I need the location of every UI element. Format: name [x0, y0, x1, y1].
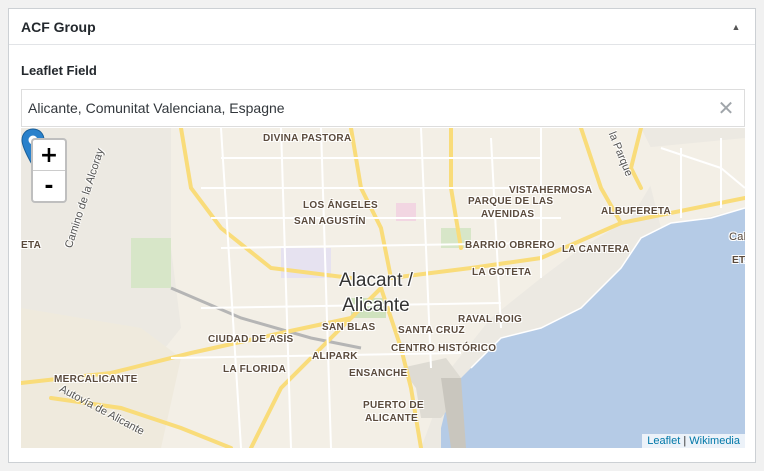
district-label: VISTAHERMOSA: [509, 185, 593, 196]
district-label: PARQUE DE LAS: [468, 196, 554, 207]
district-label: CENTRO HISTÓRICO: [391, 343, 497, 354]
district-label: SANTA CRUZ: [398, 325, 465, 336]
acf-group-metabox: ACF Group ▲ Leaflet Field ✕: [8, 8, 756, 463]
metabox-header[interactable]: ACF Group ▲: [9, 9, 755, 45]
district-label: ALIPARK: [312, 351, 358, 362]
city-label-line1: Alacant /: [339, 270, 413, 291]
triangle-up-icon[interactable]: ▲: [729, 20, 743, 34]
map-attribution: Leaflet | Wikimedia: [642, 434, 745, 448]
leaflet-link[interactable]: Leaflet: [647, 435, 680, 447]
map-search-input[interactable]: [22, 90, 708, 126]
leaflet-map[interactable]: DIVINA PASTORA LOS ÁNGELES SAN AGUSTÍN V…: [21, 128, 745, 448]
map-search: ✕: [21, 89, 745, 127]
district-label: LOS ÁNGELES: [303, 200, 378, 211]
city-label-line2: Alicante: [342, 295, 410, 316]
zoom-out-button[interactable]: -: [33, 170, 65, 201]
district-label: PUERTO DE: [363, 400, 424, 411]
district-label: ENSANCHE: [349, 368, 408, 379]
district-label: AVENIDAS: [481, 209, 535, 220]
city-label: Alacant / Alicante: [339, 268, 413, 318]
district-label: RAVAL ROIG: [458, 314, 523, 325]
edge-label: ETA: [732, 255, 745, 266]
zoom-in-button[interactable]: +: [33, 140, 65, 170]
district-label: LA GOTETA: [472, 267, 532, 278]
district-label: ALBUFERETA: [601, 206, 672, 217]
district-label: LA FLORIDA: [223, 364, 287, 375]
district-label: SAN BLAS: [322, 322, 376, 333]
wikimedia-link[interactable]: Wikimedia: [689, 435, 740, 447]
edge-label: ETA: [21, 240, 42, 251]
clear-icon[interactable]: ✕: [708, 90, 744, 126]
district-label: SAN AGUSTÍN: [294, 216, 366, 227]
district-label: CIUDAD DE ASÍS: [208, 334, 294, 345]
district-label: DIVINA PASTORA: [263, 133, 352, 144]
attribution-separator: |: [680, 435, 690, 447]
district-label: LA CANTERA: [562, 244, 630, 255]
district-label: BARRIO OBRERO: [465, 240, 556, 251]
metabox-title: ACF Group: [21, 18, 96, 35]
zoom-control: + -: [31, 138, 67, 203]
field-label: Leaflet Field: [21, 63, 97, 78]
district-label: MERCALICANTE: [54, 374, 138, 385]
district-label: ALICANTE: [365, 413, 418, 424]
edge-label: Cal: [729, 231, 745, 243]
